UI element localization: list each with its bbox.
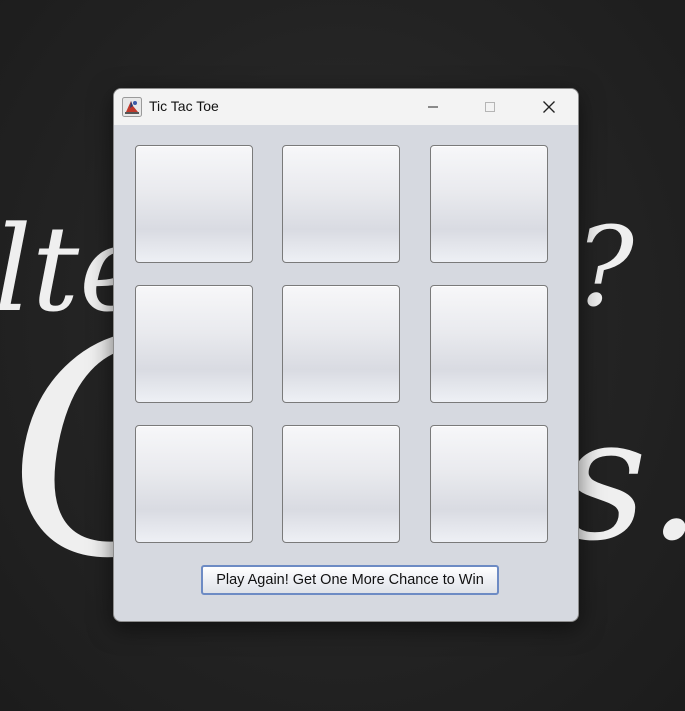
board-cell-r3-c2[interactable] <box>282 425 400 543</box>
board-cell-r2-c3[interactable] <box>430 285 548 403</box>
board-cell-r2-c2[interactable] <box>282 285 400 403</box>
board-cell-r1-c1[interactable] <box>135 145 253 263</box>
minimize-icon <box>428 106 438 108</box>
tic-tac-toe-window: Tic Tac Toe Play Again! Get One More Cha… <box>113 88 579 622</box>
wallpaper-script-decoration: ? <box>575 203 634 331</box>
maximize-icon <box>485 102 495 112</box>
maximize-button[interactable] <box>467 89 513 125</box>
title-bar[interactable]: Tic Tac Toe <box>114 89 578 125</box>
play-again-button[interactable]: Play Again! Get One More Chance to Win <box>201 565 499 595</box>
board-cell-r3-c3[interactable] <box>430 425 548 543</box>
board-cell-r3-c1[interactable] <box>135 425 253 543</box>
close-button[interactable] <box>526 89 572 125</box>
java-app-icon <box>122 97 142 117</box>
board-cell-r1-c2[interactable] <box>282 145 400 263</box>
minimize-button[interactable] <box>410 89 456 125</box>
board-cell-r2-c1[interactable] <box>135 285 253 403</box>
close-icon <box>543 101 555 113</box>
window-title: Tic Tac Toe <box>149 98 219 114</box>
board-cell-r1-c3[interactable] <box>430 145 548 263</box>
